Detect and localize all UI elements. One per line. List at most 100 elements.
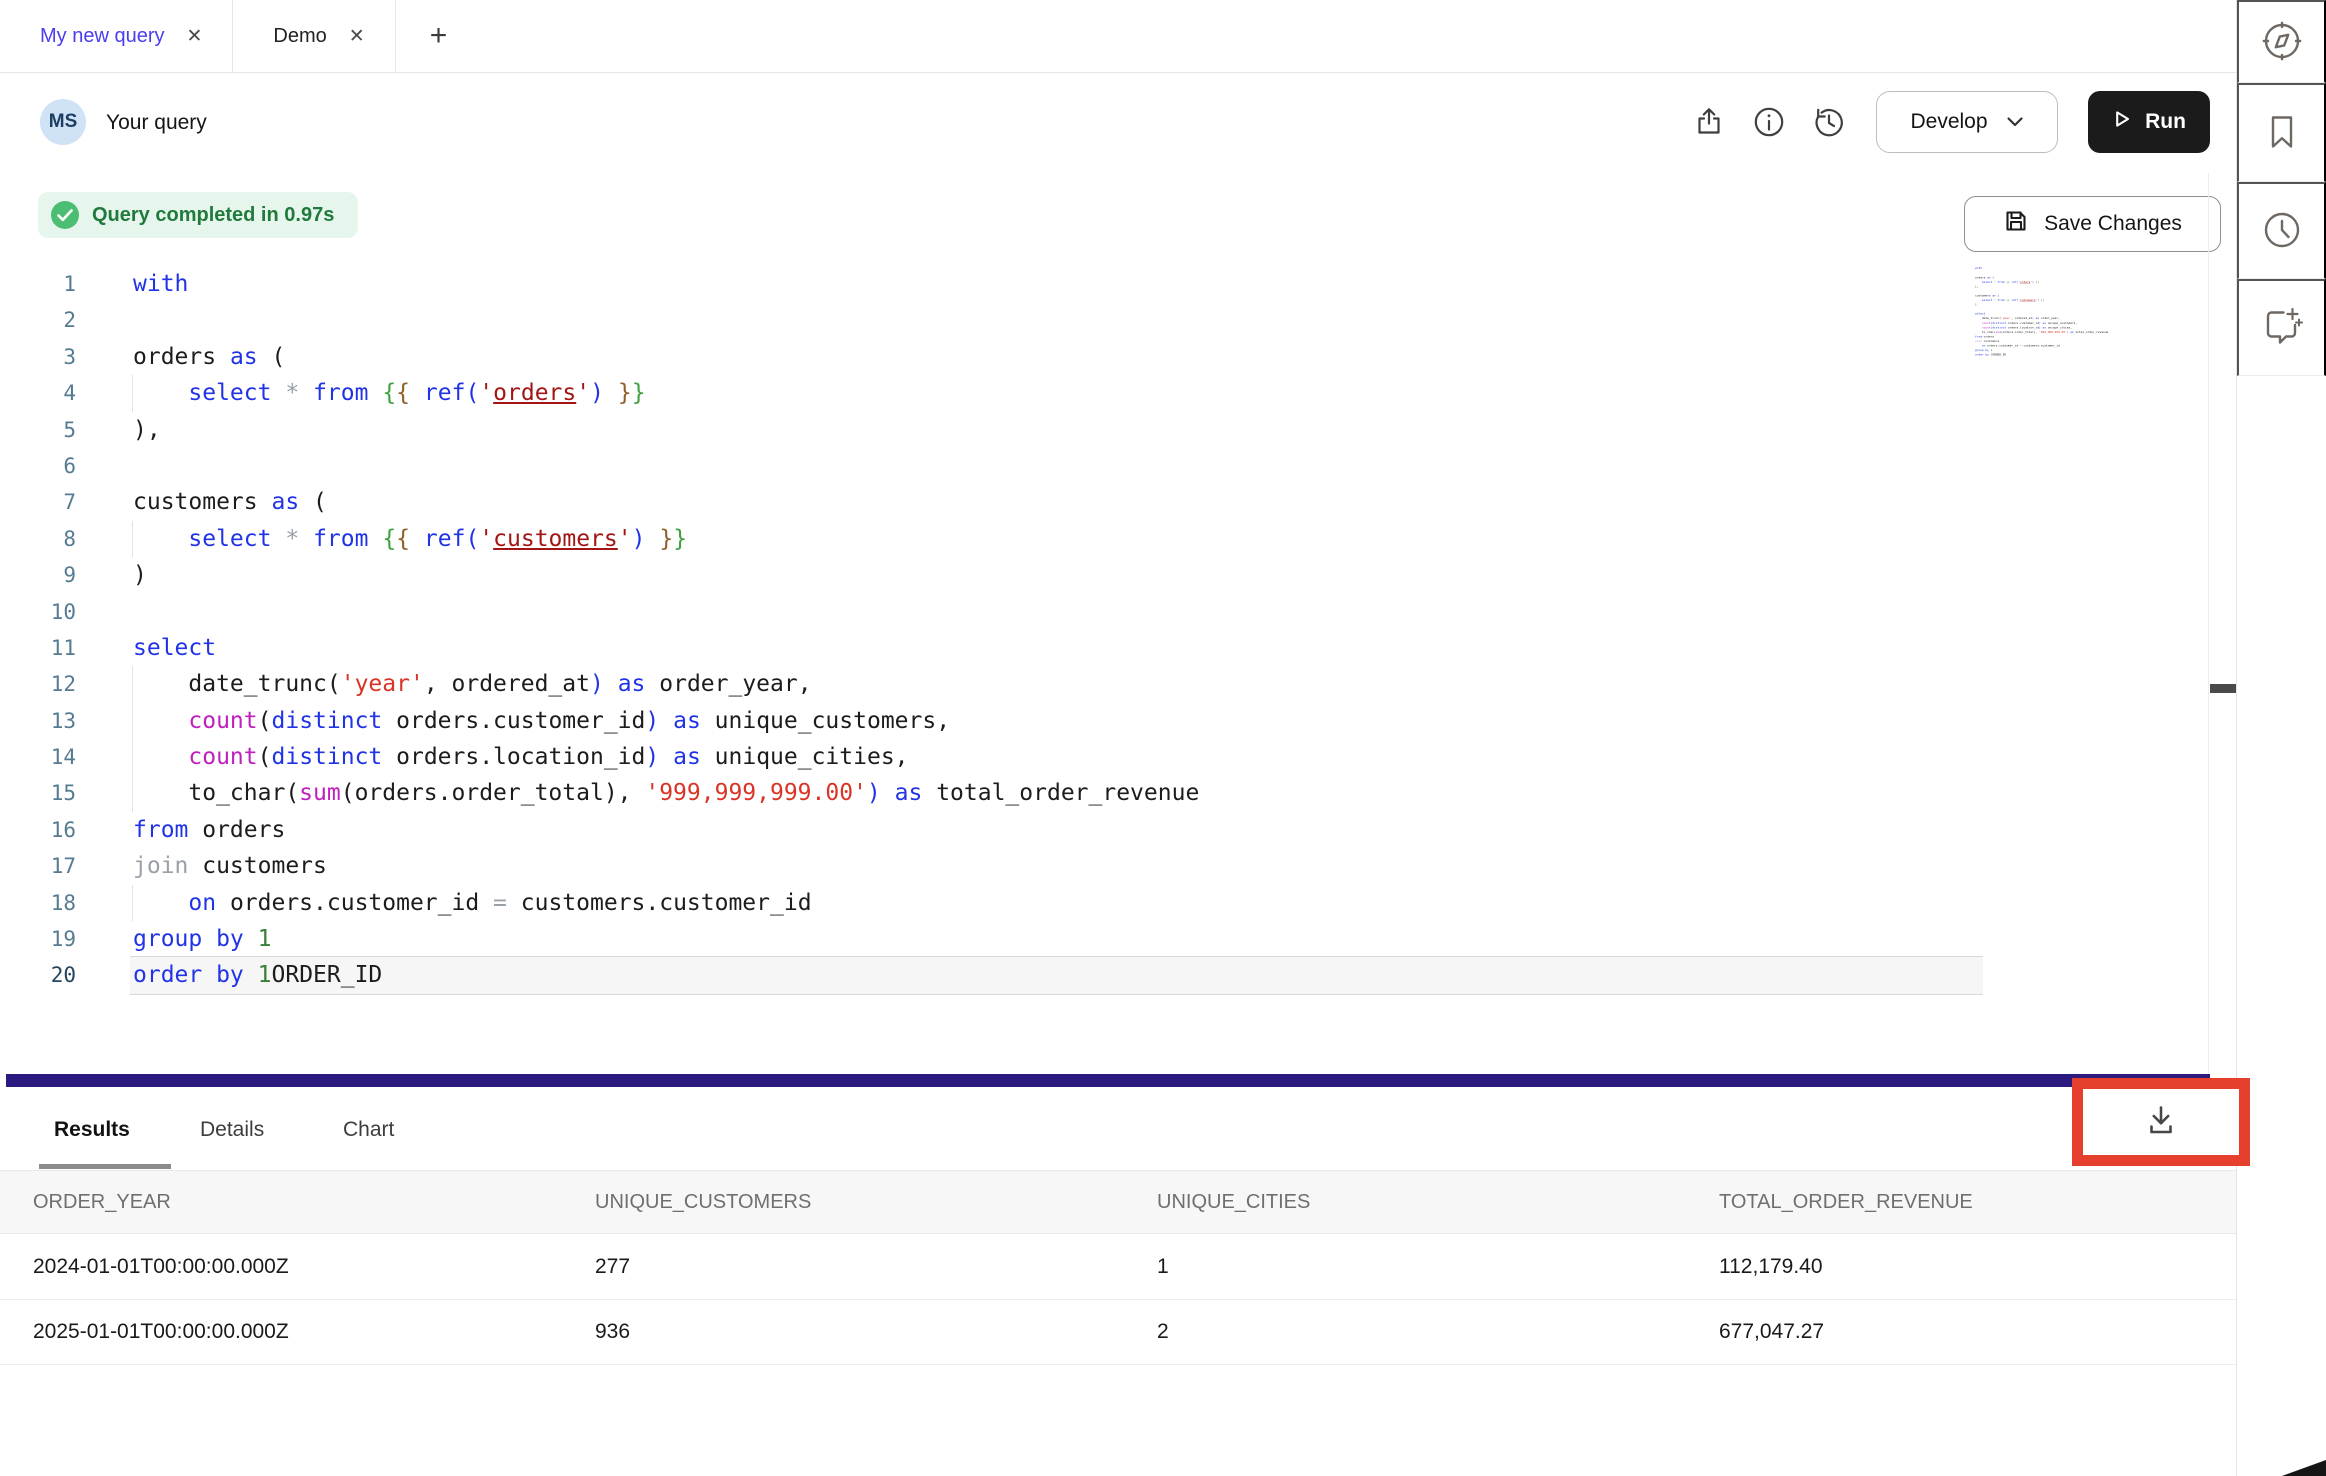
code-token	[604, 380, 618, 406]
code-token: unique_cities,	[2046, 326, 2072, 329]
code-token: to_char(	[1975, 330, 1996, 333]
code-token: }	[632, 380, 646, 406]
results-tab-details[interactable]: Details	[200, 1118, 264, 1142]
code-token: (	[258, 744, 272, 770]
info-button[interactable]	[1751, 105, 1787, 141]
line-number: 10	[0, 594, 76, 630]
line-number: 3	[0, 339, 76, 375]
save-changes-button[interactable]: Save Changes	[1964, 196, 2221, 252]
code-token	[1975, 280, 1982, 283]
code-line-16[interactable]: 16from orders	[0, 812, 1199, 848]
download-results-button[interactable]	[2142, 1104, 2180, 1141]
code-token: customers	[2020, 298, 2036, 301]
code-token: count	[188, 744, 257, 770]
code-token: orders	[133, 344, 230, 370]
code-line-20[interactable]: 20order by 1ORDER_ID	[0, 957, 1199, 993]
code-token: 1	[258, 926, 272, 952]
close-icon[interactable]: ✕	[187, 25, 203, 48]
code-line-17[interactable]: 17join customers	[0, 848, 1199, 884]
code-token: customers.customer_id	[2022, 344, 2060, 347]
play-icon	[2112, 109, 2132, 135]
code-token	[244, 926, 258, 952]
code-token: from	[313, 526, 368, 552]
new-tab-button[interactable]: +	[396, 0, 482, 72]
code-line-13[interactable]: 13 count(distinct orders.customer_id) as…	[0, 703, 1199, 739]
code-line-4[interactable]: 4 select * from {{ ref('orders') }}	[0, 375, 1199, 411]
code-token	[271, 526, 285, 552]
code-token: (	[1991, 276, 1994, 279]
code-token: }	[2043, 298, 2045, 301]
code-token: orders	[1982, 335, 1994, 338]
code-line-3[interactable]: 3orders as (	[0, 339, 1199, 375]
results-tab-results[interactable]: Results	[54, 1118, 130, 1142]
code-line-19[interactable]: 19group by 1	[0, 921, 1199, 957]
code-line-11[interactable]: 11select	[0, 630, 1199, 666]
close-icon[interactable]: ✕	[349, 25, 365, 48]
history-icon	[1812, 105, 1846, 142]
code-line-12[interactable]: 12 date_trunc('year', ordered_at) as ord…	[0, 666, 1199, 702]
line-number: 15	[0, 775, 76, 811]
code-token: (orders.order_total),	[341, 780, 646, 806]
code-token: {	[396, 526, 410, 552]
code-line-content: group by 1	[133, 921, 272, 957]
code-token: =	[493, 890, 507, 916]
sidebar-item-explore[interactable]	[2237, 0, 2326, 83]
code-area[interactable]: 1with23orders as (4 select * from {{ ref…	[0, 266, 1199, 994]
code-token: order_year,	[2039, 317, 2060, 320]
history-button[interactable]	[1811, 105, 1847, 141]
line-number: 18	[0, 885, 76, 921]
code-token: orders.customer_id	[216, 890, 493, 916]
code-token	[1975, 344, 1982, 347]
sidebar-item-ai-chat[interactable]	[2237, 279, 2326, 376]
code-token: join	[133, 853, 188, 879]
code-token: }	[673, 526, 687, 552]
code-token: ),	[133, 417, 161, 443]
code-line-5[interactable]: 5),	[0, 412, 1199, 448]
code-token: (	[299, 489, 327, 515]
code-token: {	[382, 526, 396, 552]
code-line-1[interactable]: 1with	[0, 266, 1199, 302]
code-token: select	[1982, 298, 1992, 301]
editor-tab-1[interactable]: My new query✕	[0, 0, 233, 72]
code-token: count	[188, 708, 257, 734]
code-line-content: select	[133, 630, 216, 666]
code-line-9[interactable]: 9)	[0, 557, 1199, 593]
page-title: Your query	[106, 111, 207, 135]
annotation-highlight-box	[2072, 1078, 2250, 1166]
results-table-header: ORDER_YEARUNIQUE_CUSTOMERSUNIQUE_CITIEST…	[0, 1170, 2236, 1234]
code-line-content: on orders.customer_id = customers.custom…	[133, 885, 812, 921]
code-token: on	[188, 890, 216, 916]
code-token: from	[1975, 335, 1982, 338]
code-token	[299, 380, 313, 406]
code-token: ORDER_ID	[272, 962, 383, 988]
results-tab-chart[interactable]: Chart	[343, 1118, 394, 1142]
scrollbar-thumb[interactable]	[2210, 684, 2236, 693]
code-line-content: from orders	[133, 812, 285, 848]
avatar: MS	[40, 99, 86, 145]
code-line-15[interactable]: 15 to_char(sum(orders.order_total), '999…	[0, 775, 1199, 811]
code-token: unique_customers,	[701, 708, 950, 734]
tabs-holder: My new query✕Demo✕	[0, 0, 396, 72]
code-token: distinct	[272, 708, 383, 734]
code-line-10[interactable]: 10	[0, 594, 1199, 630]
code-line-2[interactable]: 2	[0, 302, 1199, 338]
line-number: 4	[0, 375, 76, 411]
code-line-14[interactable]: 14 count(distinct orders.location_id) as…	[0, 739, 1199, 775]
download-icon	[2142, 1104, 2180, 1141]
code-line-6[interactable]: 6	[0, 448, 1199, 484]
editor-tab-2[interactable]: Demo✕	[233, 0, 395, 72]
panel-resize-divider[interactable]	[6, 1074, 2210, 1087]
column-header: TOTAL_ORDER_REVENUE	[1686, 1191, 2234, 1214]
run-button[interactable]: Run	[2088, 91, 2210, 153]
code-token: customers	[1975, 294, 1992, 297]
code-line-18[interactable]: 18 on orders.customer_id = customers.cus…	[0, 885, 1199, 921]
code-line-8[interactable]: 8 select * from {{ ref('customers') }}	[0, 521, 1199, 557]
code-line-7[interactable]: 7customers as (	[0, 484, 1199, 520]
sidebar-item-history[interactable]	[2237, 182, 2326, 279]
code-token	[133, 526, 188, 552]
code-token: date_trunc(	[133, 671, 341, 697]
develop-dropdown[interactable]: Develop	[1876, 91, 2058, 153]
editor-minimap[interactable]: withorders as ( select * from {{ ref('or…	[1975, 266, 2137, 364]
share-button[interactable]	[1691, 105, 1727, 141]
sidebar-item-bookmarks[interactable]	[2237, 83, 2326, 182]
